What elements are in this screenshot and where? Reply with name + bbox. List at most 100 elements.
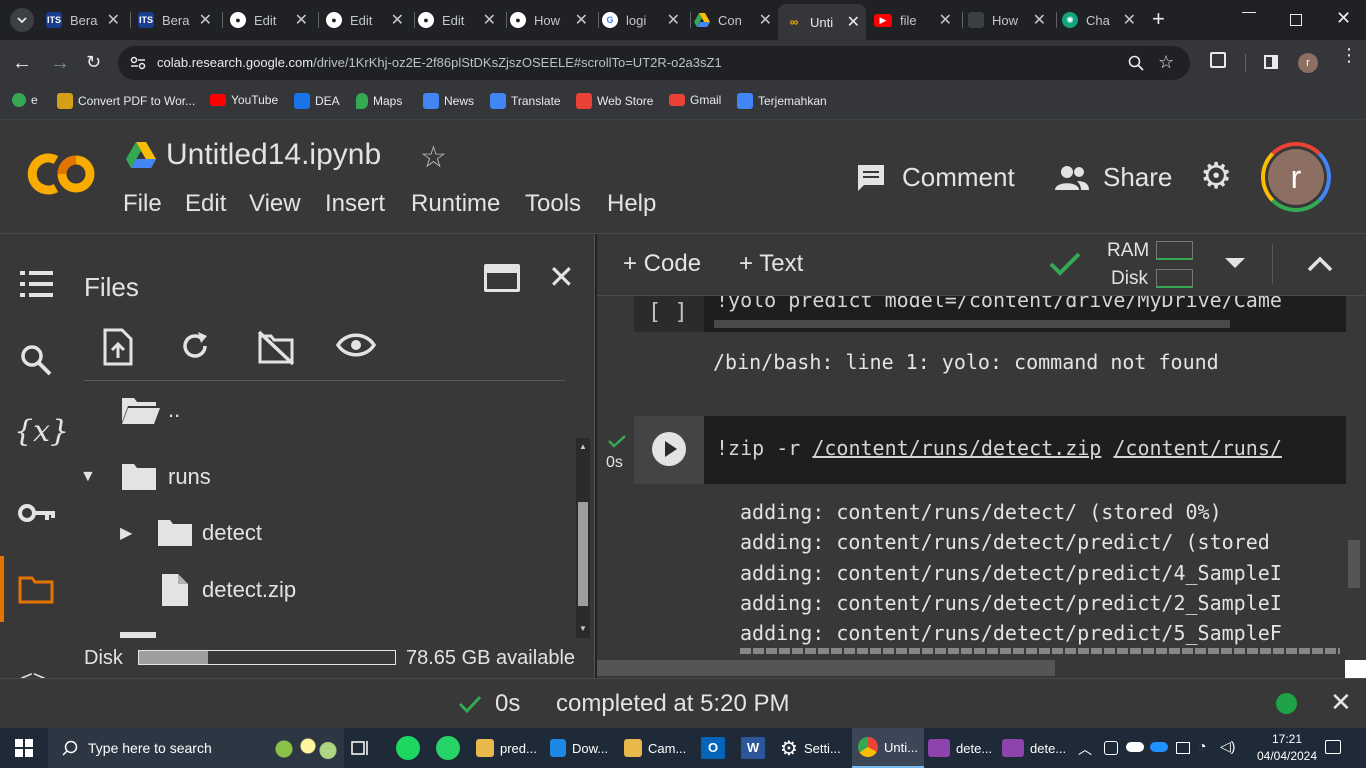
clock-date[interactable]: 04/04/2024	[1252, 749, 1322, 763]
browser-tab[interactable]: ITS Bera ✕	[138, 6, 218, 34]
browser-tab[interactable]: ● Edit ✕	[326, 6, 410, 34]
bookmark-item[interactable]: News	[423, 93, 474, 109]
task-view-icon[interactable]	[351, 739, 371, 757]
bookmark-item[interactable]: Translate	[490, 93, 561, 109]
drive-icon[interactable]	[126, 142, 156, 168]
variables-icon[interactable]: {x}	[14, 414, 69, 449]
browser-tab[interactable]: ● How ✕	[510, 6, 594, 34]
bookmark-item[interactable]: Maps	[356, 93, 402, 109]
browser-tab[interactable]: ▶ file ✕	[874, 6, 958, 34]
browser-tab[interactable]: ITS Bera ✕	[46, 6, 126, 34]
close-panel-icon[interactable]: ✕	[548, 258, 575, 296]
tray-chevron-up-icon[interactable]: ︿	[1078, 739, 1092, 759]
wifi-icon[interactable]: ◔	[1198, 738, 1206, 754]
reload-button[interactable]: ↻	[86, 52, 101, 73]
close-icon[interactable]: ✕	[939, 10, 952, 30]
close-icon[interactable]: ✕	[391, 10, 404, 30]
new-tab-button[interactable]: +	[1152, 8, 1165, 30]
bookmark-star-icon[interactable]: ☆	[1158, 52, 1174, 73]
browser-tab[interactable]: ✺ Cha ✕	[1062, 6, 1142, 34]
chevron-up-icon[interactable]	[1307, 256, 1333, 272]
connection-status-dot[interactable]	[1276, 693, 1297, 714]
close-icon[interactable]: ✕	[759, 10, 772, 30]
code-line[interactable]: !yolo predict model=/content/drive/MyDri…	[716, 296, 1282, 312]
bookmark-item[interactable]: YouTube	[210, 93, 278, 107]
bookmark-item[interactable]: Terjemahkan	[737, 93, 827, 109]
profile-avatar[interactable]: r	[1298, 53, 1318, 73]
tab-search-button[interactable]	[10, 8, 34, 32]
bookmark-item[interactable]: DEA	[294, 93, 340, 109]
minimize-button[interactable]	[1242, 12, 1256, 13]
side-panel-icon[interactable]	[1264, 55, 1278, 69]
close-status-icon[interactable]: ✕	[1330, 687, 1352, 718]
files-scrollbar[interactable]: ▲ ▼	[576, 438, 590, 638]
add-code-button[interactable]: + Code	[623, 250, 701, 278]
back-button[interactable]: ←	[12, 52, 32, 75]
taskbar-app-active[interactable]: Unti...	[852, 728, 924, 768]
close-icon[interactable]: ✕	[667, 10, 680, 30]
close-icon[interactable]: ✕	[1033, 10, 1046, 30]
bookmark-item[interactable]: e	[12, 93, 38, 107]
close-icon[interactable]: ✕	[847, 12, 860, 32]
close-icon[interactable]: ✕	[295, 10, 308, 30]
code-hscrollbar[interactable]	[714, 320, 1230, 328]
close-icon[interactable]: ✕	[1123, 10, 1136, 30]
clock-time[interactable]: 17:21	[1263, 732, 1311, 746]
add-text-button[interactable]: + Text	[739, 250, 803, 278]
tray-meet-icon[interactable]	[1104, 741, 1118, 755]
open-in-tab-icon[interactable]	[484, 264, 520, 292]
search-icon[interactable]	[20, 344, 52, 376]
word-icon[interactable]: W	[741, 737, 765, 759]
notebook-title[interactable]: Untitled14.ipynb	[166, 138, 381, 172]
resources-dropdown-icon[interactable]	[1225, 258, 1245, 268]
menu-edit[interactable]: Edit	[185, 190, 226, 218]
table-of-contents-icon[interactable]	[20, 270, 53, 298]
notebook-vscrollbar[interactable]	[1348, 540, 1360, 588]
run-cell-button[interactable]	[652, 432, 686, 466]
share-button[interactable]: Share	[1055, 162, 1172, 193]
spotify-icon[interactable]	[396, 736, 420, 760]
taskbar-app[interactable]: Cam...	[624, 728, 692, 768]
output-hscrollbar[interactable]	[597, 658, 1366, 678]
tree-item-folder[interactable]: ▶ detect	[120, 518, 262, 548]
address-bar[interactable]: colab.research.google.com/drive/1KrKhj-o…	[118, 46, 1190, 80]
caret-right-icon[interactable]: ▶	[120, 523, 152, 543]
notifications-icon[interactable]	[1325, 740, 1341, 754]
onedrive-icon[interactable]	[1126, 742, 1144, 752]
execution-count[interactable]: [ ]	[648, 300, 688, 325]
upload-file-icon[interactable]	[102, 328, 134, 366]
taskbar-app[interactable]: dete...	[1002, 728, 1070, 768]
browser-tab[interactable]: How ✕	[968, 6, 1052, 34]
star-icon[interactable]: ☆	[420, 140, 447, 175]
battery-icon[interactable]	[1176, 742, 1190, 754]
outlook-icon[interactable]: O	[701, 737, 725, 759]
code-cell[interactable]: [ ] !yolo predict model=/content/drive/M…	[634, 296, 1346, 332]
bookmark-item[interactable]: Convert PDF to Wor...	[57, 93, 195, 109]
windows-start-icon[interactable]	[15, 739, 33, 757]
zoom-icon[interactable]	[1128, 55, 1144, 71]
close-icon[interactable]: ✕	[199, 10, 212, 30]
code-line[interactable]: !zip -r /content/runs/detect.zip /conten…	[716, 436, 1282, 460]
unmount-drive-icon[interactable]	[257, 330, 295, 366]
menu-insert[interactable]: Insert	[325, 190, 385, 218]
browser-tab[interactable]: ● Edit ✕	[418, 6, 502, 34]
comment-button[interactable]: Comment	[856, 162, 1015, 193]
menu-help[interactable]: Help	[607, 190, 656, 218]
taskbar-app[interactable]: ⚙ Setti...	[780, 728, 848, 768]
menu-tools[interactable]: Tools	[525, 190, 581, 218]
tree-item-folder[interactable]: ▼ runs	[80, 462, 211, 492]
whatsapp-icon[interactable]	[436, 736, 460, 760]
menu-runtime[interactable]: Runtime	[411, 190, 500, 218]
bookmark-item[interactable]: Web Store	[576, 93, 653, 109]
menu-file[interactable]: File	[123, 190, 162, 218]
show-hidden-files-eye-icon[interactable]	[336, 332, 376, 358]
browser-tab[interactable]: ● Edit ✕	[230, 6, 314, 34]
browser-tab-active[interactable]: ∞ Unti ✕	[778, 4, 866, 40]
taskbar-app[interactable]: Dow...	[550, 728, 618, 768]
colab-logo[interactable]	[26, 150, 98, 198]
account-avatar[interactable]: r	[1261, 142, 1331, 212]
browser-tab[interactable]: Glogi ✕	[602, 6, 686, 34]
close-icon[interactable]: ✕	[575, 10, 588, 30]
code-cell[interactable]: !zip -r /content/runs/detect.zip /conten…	[634, 416, 1346, 484]
browser-menu-icon[interactable]: ⋮	[1340, 46, 1358, 64]
